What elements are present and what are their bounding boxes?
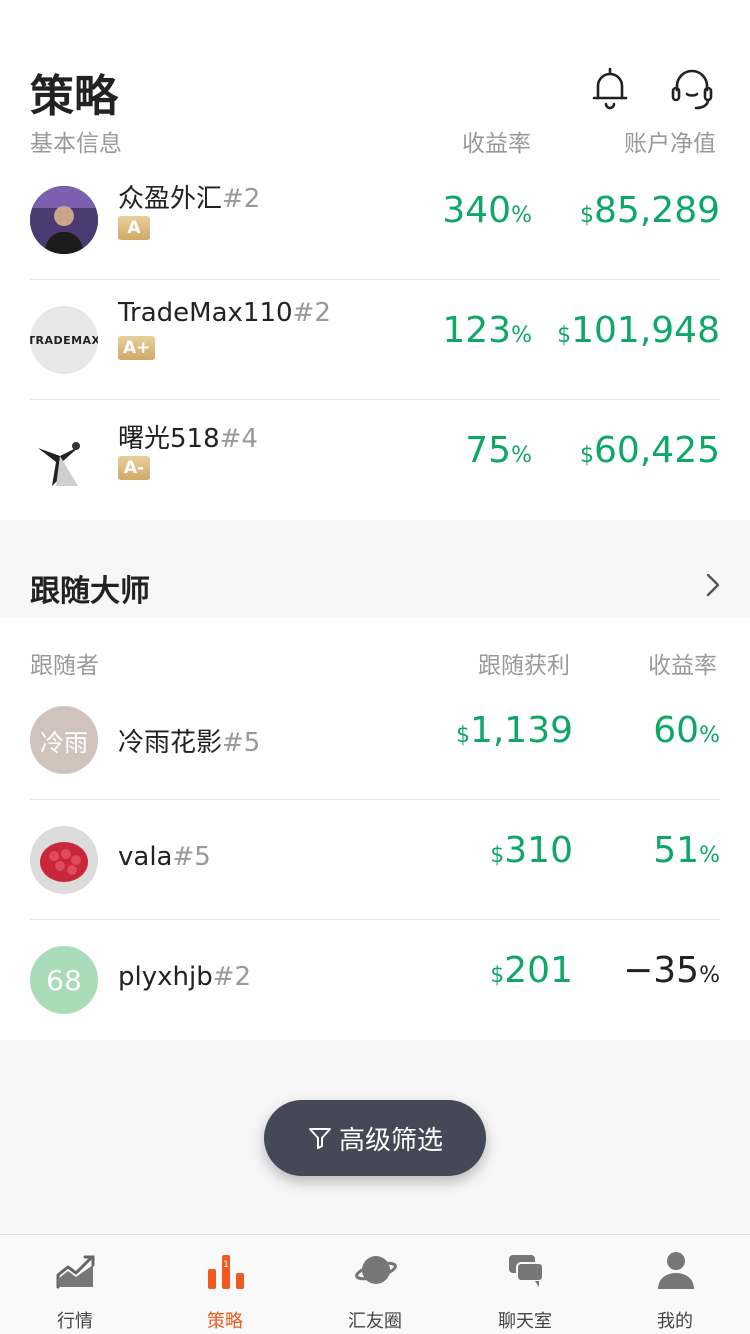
strategy-row[interactable]: 曙光518#4 A- 75% $60,425: [0, 400, 750, 520]
followers-panel: 跟随者 跟随获利 收益率 冷雨 冷雨花影#5 $1,139 60% vala#5…: [0, 618, 750, 1040]
strategy-panel: 策略 基本信息 收益率 账户净值 众盈外汇#2 A 340% $85,289 T…: [0, 0, 750, 520]
strategy-icon: 1: [208, 1255, 244, 1289]
follower-name: 冷雨花影#5: [118, 728, 261, 758]
chevron-right-icon[interactable]: [700, 570, 724, 600]
strategy-name: 众盈外汇#2: [118, 184, 261, 214]
account-equity: $101,948: [557, 310, 720, 351]
tab-label: 策略: [207, 1311, 243, 1332]
advanced-filter-button[interactable]: 高级筛选: [264, 1100, 486, 1176]
chat-icon: [509, 1255, 544, 1287]
chart-icon: [56, 1255, 95, 1289]
avatar: [30, 186, 98, 254]
section-title: 跟随大师: [30, 574, 150, 609]
grade-badge: A+: [118, 336, 156, 360]
filter-label: 高级筛选: [338, 1125, 443, 1156]
follow-profit: $201: [490, 950, 573, 991]
account-equity: $85,289: [580, 190, 720, 231]
tab-market[interactable]: 行情: [0, 1235, 150, 1334]
grade-badge: A-: [118, 456, 150, 480]
strategy-row[interactable]: TRADEMAX TradeMax110#2 A+ 123% $101,948: [0, 280, 750, 400]
account-equity: $60,425: [580, 430, 720, 471]
column-header-basic: 基本信息: [30, 131, 122, 157]
tab-profile[interactable]: 我的: [600, 1235, 750, 1334]
return-rate: 123%: [442, 310, 532, 351]
svg-text:1: 1: [223, 1260, 229, 1270]
follow-profit: $1,139: [455, 710, 573, 751]
bell-icon[interactable]: [586, 64, 634, 112]
avatar: TRADEMAX: [30, 306, 98, 374]
return-rate: 340%: [442, 190, 532, 231]
avatar: 冷雨: [30, 706, 98, 774]
tab-bar: 行情 1 策略 汇友圈 聊天室 我的: [0, 1234, 750, 1334]
headset-icon[interactable]: [668, 64, 716, 112]
column-header-return: 收益率: [648, 653, 717, 679]
user-icon: [658, 1252, 694, 1289]
tab-strategy[interactable]: 1 策略: [150, 1235, 300, 1334]
column-header-follower: 跟随者: [30, 653, 99, 679]
tab-label: 行情: [57, 1311, 93, 1332]
follow-profit: $310: [490, 830, 573, 871]
tab-community[interactable]: 汇友圈: [300, 1235, 450, 1334]
follower-row[interactable]: vala#5 $310 51%: [0, 800, 750, 920]
tab-label: 聊天室: [498, 1311, 552, 1332]
planet-icon: [355, 1256, 397, 1284]
tab-label: 汇友圈: [348, 1311, 402, 1332]
tab-label: 我的: [657, 1311, 693, 1332]
page-title: 策略: [30, 71, 118, 122]
tab-chatroom[interactable]: 聊天室: [450, 1235, 600, 1334]
follow-masters-header[interactable]: 跟随大师: [0, 520, 750, 618]
follower-name: plyxhjb#2: [118, 962, 252, 992]
column-header-return: 收益率: [462, 131, 531, 157]
return-rate: 60%: [653, 710, 720, 751]
avatar: [30, 426, 98, 494]
avatar: [30, 826, 98, 894]
strategy-name: 曙光518#4: [118, 424, 258, 454]
follower-row[interactable]: 冷雨 冷雨花影#5 $1,139 60%: [0, 680, 750, 800]
column-header-profit: 跟随获利: [478, 653, 570, 679]
filter-icon: [308, 1128, 331, 1149]
column-header-equity: 账户净值: [624, 131, 716, 157]
return-rate: 51%: [653, 830, 720, 871]
follower-name: vala#5: [118, 842, 211, 872]
avatar: 68: [30, 946, 98, 1014]
grade-badge: A: [118, 216, 150, 240]
strategy-name: TradeMax110#2: [118, 298, 331, 328]
strategy-row[interactable]: 众盈外汇#2 A 340% $85,289: [0, 160, 750, 280]
follower-row[interactable]: 68 plyxhjb#2 $201 −35%: [0, 920, 750, 1040]
return-rate: −35%: [623, 950, 720, 991]
return-rate: 75%: [465, 430, 532, 471]
